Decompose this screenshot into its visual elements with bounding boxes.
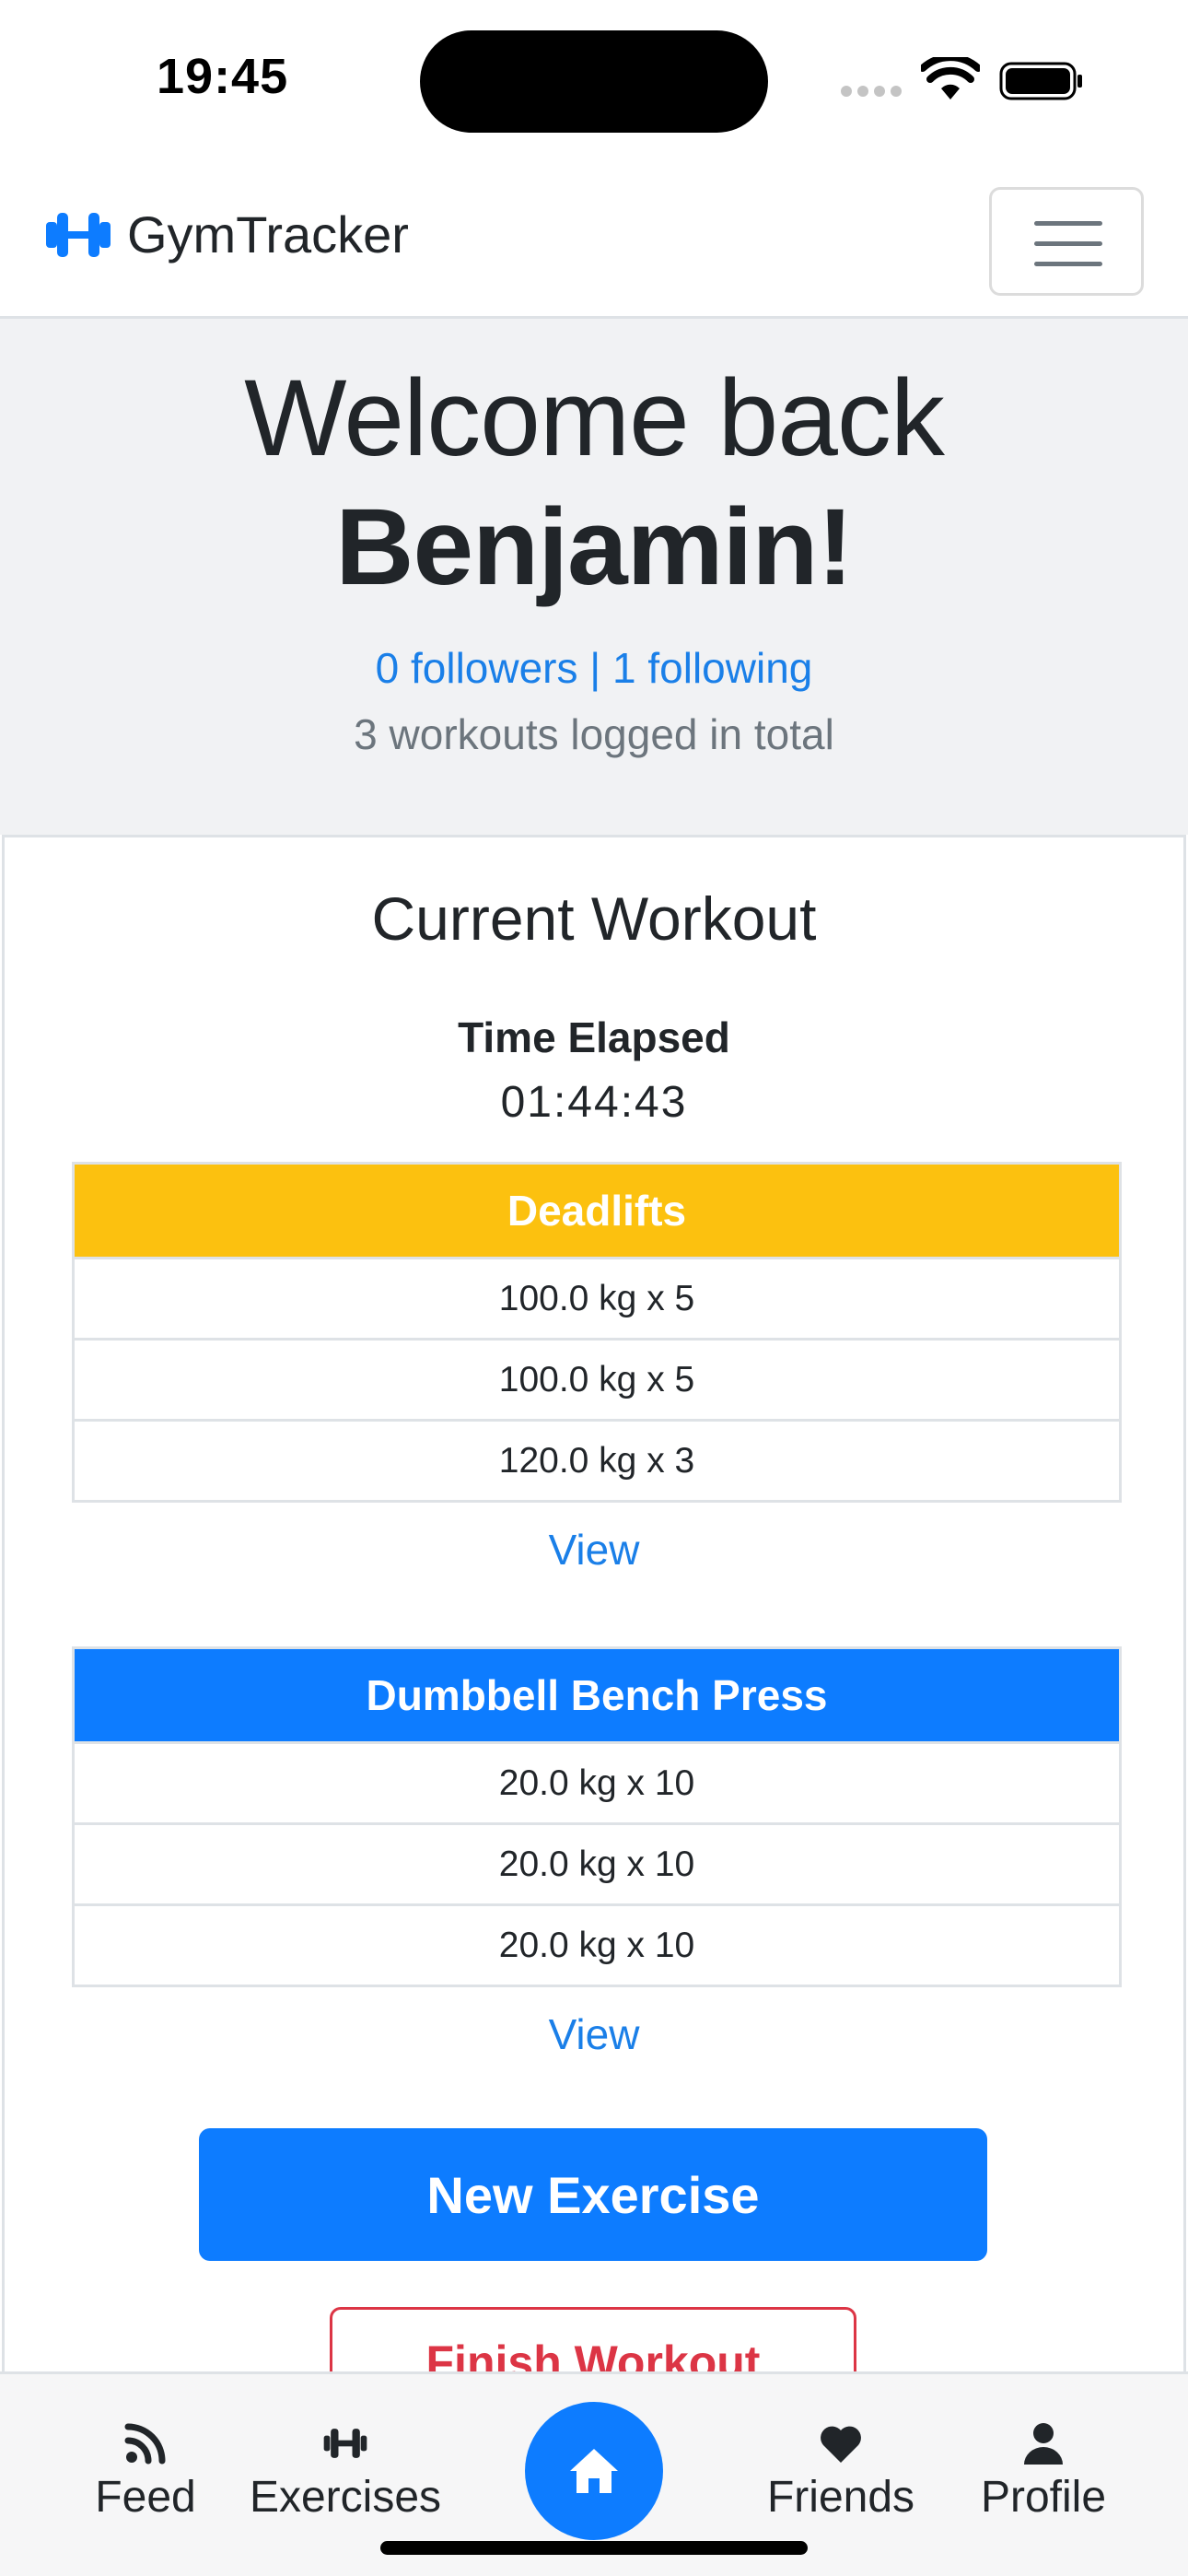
view-dumbbell-bench-press-link[interactable]: View [5, 2009, 1183, 2059]
time-elapsed-value: 01:44:43 [500, 1078, 688, 1127]
set-row: 20.0 kg x 10 [75, 1741, 1119, 1822]
user-name-heading: Benjamin! [335, 486, 853, 608]
person-icon [1024, 2423, 1063, 2465]
brand-name: GymTracker [127, 205, 409, 263]
tab-label: Friends [766, 2473, 915, 2522]
battery-icon [999, 62, 1082, 100]
brand-link[interactable]: GymTracker [44, 205, 409, 264]
exercise-name: Dumbbell Bench Press [366, 1671, 828, 1719]
cellular-signal-icon [841, 86, 902, 97]
menu-toggle-button[interactable] [989, 187, 1144, 296]
view-deadlifts-link[interactable]: View [5, 1525, 1183, 1575]
set-row: 100.0 kg x 5 [75, 1257, 1119, 1338]
wifi-icon [921, 57, 980, 100]
tab-exercises[interactable]: Exercises [249, 2420, 442, 2523]
welcome-section: Welcome back Benjamin! 0 followers | 1 f… [0, 319, 1188, 835]
following-link[interactable]: 1 following [612, 644, 812, 692]
workouts-total-text: 3 workouts logged in total [354, 710, 834, 758]
app-screen: 19:45 GymTracker Welcome back Benjamin! … [0, 0, 1188, 2576]
tab-friends[interactable]: Friends [764, 2420, 917, 2523]
tab-home[interactable] [525, 2402, 663, 2540]
exercise-table: Dumbbell Bench Press 20.0 kg x 10 20.0 k… [72, 1646, 1122, 1987]
exercise-header-dumbbell-bench-press: Dumbbell Bench Press [75, 1649, 1119, 1741]
heart-icon [821, 2426, 861, 2463]
followers-link[interactable]: 0 followers [376, 644, 578, 692]
set-row: 20.0 kg x 10 [75, 1903, 1119, 1985]
tab-label: Profile [980, 2473, 1107, 2522]
home-indicator [380, 2541, 808, 2555]
dynamic-island [420, 30, 768, 133]
tab-label: Exercises [249, 2473, 442, 2522]
card-title: Current Workout [371, 884, 817, 953]
tab-feed[interactable]: Feed [92, 2420, 199, 2523]
time-elapsed-label: Time Elapsed [458, 1013, 730, 1061]
set-row: 120.0 kg x 3 [75, 1419, 1119, 1500]
dumbbell-logo-icon [46, 212, 111, 257]
exercise-header-deadlifts: Deadlifts [75, 1165, 1119, 1257]
exercise-name: Deadlifts [507, 1187, 687, 1235]
rss-icon [124, 2423, 166, 2465]
exercise-table: Deadlifts 100.0 kg x 5 100.0 kg x 5 120.… [72, 1162, 1122, 1503]
follow-separator: | [577, 644, 613, 692]
hamburger-icon [1034, 221, 1102, 226]
tab-profile[interactable]: Profile [976, 2420, 1111, 2523]
home-icon [570, 2449, 618, 2493]
welcome-heading: Welcome back [244, 357, 945, 479]
status-bar: 19:45 [0, 0, 1188, 157]
dumbbell-icon [323, 2429, 367, 2458]
set-row: 20.0 kg x 10 [75, 1822, 1119, 1903]
set-row: 100.0 kg x 5 [75, 1338, 1119, 1419]
tab-label: Feed [95, 2473, 196, 2522]
top-navbar: GymTracker [0, 157, 1188, 319]
status-time: 19:45 [157, 49, 289, 104]
follow-stats: 0 followers | 1 following [0, 643, 1188, 693]
new-exercise-button[interactable]: New Exercise [199, 2128, 987, 2261]
